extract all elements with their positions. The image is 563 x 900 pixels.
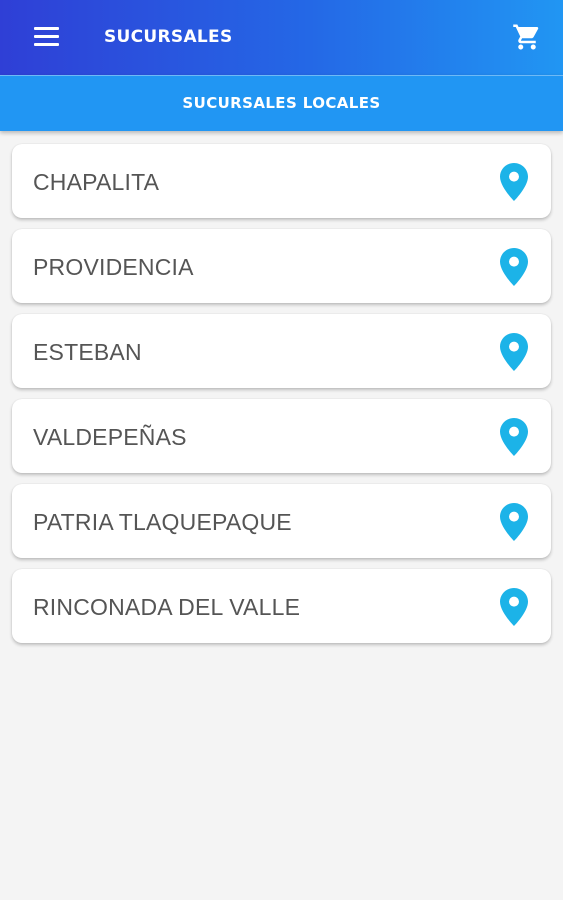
branch-card[interactable]: CHAPALITA [12, 144, 551, 218]
branch-list: CHAPALITA PROVIDENCIA ESTEBAN VALDEPEÑAS… [12, 144, 551, 654]
location-pin-icon[interactable] [500, 588, 528, 626]
branch-name: PROVIDENCIA [33, 254, 194, 280]
branch-card[interactable]: RINCONADA DEL VALLE [12, 569, 551, 643]
page-title: SUCURSALES [104, 27, 233, 47]
menu-icon-line [34, 35, 59, 38]
branch-card[interactable]: VALDEPEÑAS [12, 399, 551, 473]
branch-card[interactable]: PROVIDENCIA [12, 229, 551, 303]
location-pin-icon[interactable] [500, 333, 528, 371]
branch-card[interactable]: PATRIA TLAQUEPAQUE [12, 484, 551, 558]
location-pin-icon[interactable] [500, 248, 528, 286]
app-bar: SUCURSALES [0, 0, 563, 75]
menu-icon-line [34, 43, 59, 46]
location-pin-icon[interactable] [500, 503, 528, 541]
location-pin-icon[interactable] [500, 163, 528, 201]
branch-name: PATRIA TLAQUEPAQUE [33, 509, 292, 535]
menu-button[interactable] [34, 27, 60, 47]
branch-name: VALDEPEÑAS [33, 424, 187, 450]
shopping-cart-icon[interactable] [512, 22, 542, 52]
branch-name: ESTEBAN [33, 339, 142, 365]
tab-sucursales-locales[interactable]: SUCURSALES LOCALES [0, 76, 563, 131]
location-pin-icon[interactable] [500, 418, 528, 456]
tab-bar: SUCURSALES LOCALES [0, 75, 563, 131]
branch-name: CHAPALITA [33, 169, 160, 195]
cart-svg [513, 24, 539, 50]
branch-name: RINCONADA DEL VALLE [33, 594, 301, 620]
branch-card[interactable]: ESTEBAN [12, 314, 551, 388]
menu-icon-line [34, 27, 59, 30]
